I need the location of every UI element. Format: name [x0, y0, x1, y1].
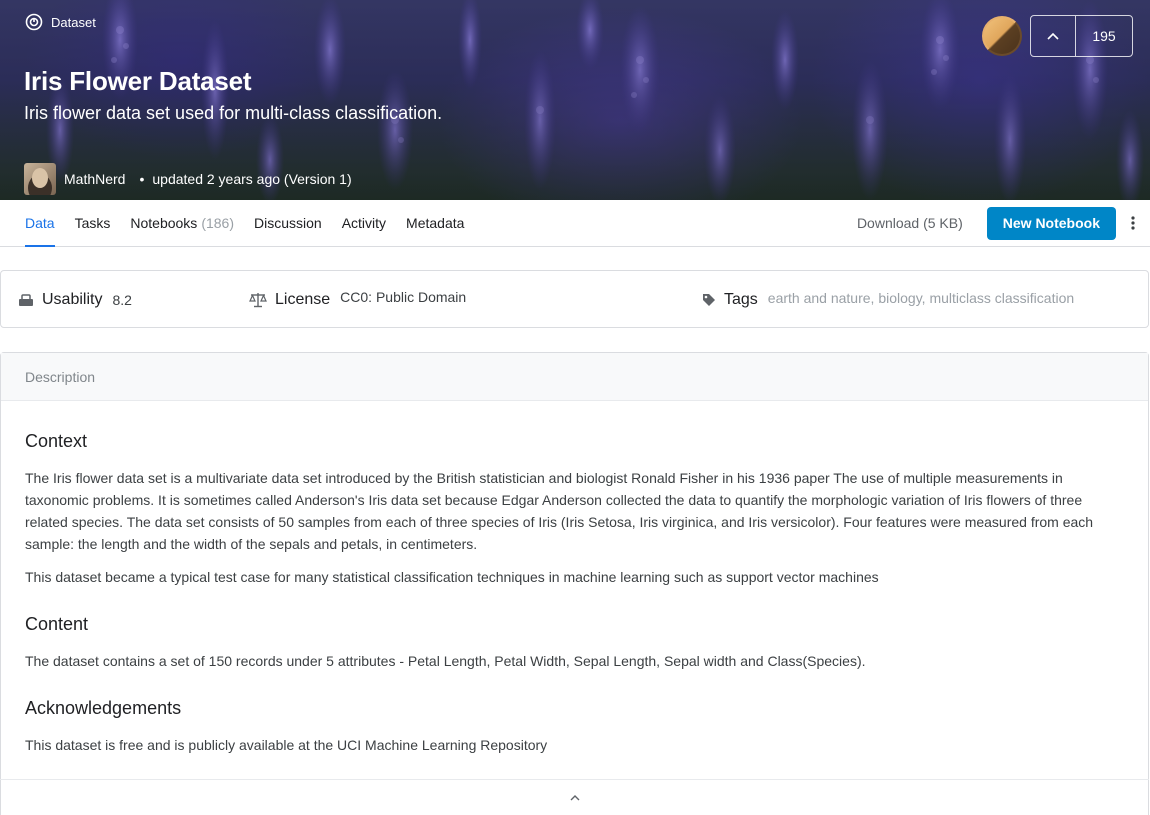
tab-data[interactable]: Data — [25, 200, 55, 247]
scale-icon — [249, 293, 267, 308]
context-paragraph-2: This dataset became a typical test case … — [25, 569, 879, 585]
chevron-up-icon — [1047, 32, 1059, 40]
tab-notebooks[interactable]: Notebooks (186) — [130, 200, 234, 246]
tag-icon — [703, 294, 715, 306]
description-collapse-bar[interactable] — [0, 779, 1149, 815]
upvote-button[interactable] — [1031, 16, 1076, 56]
content-paragraph: The dataset contains a set of 150 record… — [25, 653, 866, 669]
kebab-menu-icon — [1131, 216, 1135, 230]
tag-link[interactable]: earth and nature — [768, 290, 871, 306]
author-avatar[interactable] — [24, 163, 56, 195]
vote-count: 195 — [1092, 28, 1116, 44]
owner-avatar[interactable] — [982, 16, 1022, 56]
usability-item: Usability 8.2 — [18, 271, 132, 329]
dataset-tab-bar: Data Tasks Notebooks (186) Discussion Ac… — [0, 200, 1150, 247]
license-item: License CC0: Public Domain — [249, 271, 466, 329]
vote-box: 195 — [1030, 15, 1133, 57]
tab-label: Data — [25, 215, 55, 231]
usability-icon — [19, 294, 33, 306]
tab-tasks[interactable]: Tasks — [75, 200, 111, 246]
tags-item: Tags earth and nature, biology, multicla… — [702, 271, 1074, 329]
tag-link[interactable]: multiclass classification — [929, 290, 1074, 306]
content-heading: Content — [25, 614, 89, 634]
usability-value: 8.2 — [112, 292, 132, 308]
download-button[interactable]: Download (5 KB) — [857, 215, 963, 231]
tab-list: Data Tasks Notebooks (186) Discussion Ac… — [25, 200, 484, 247]
tab-bar-actions: Download (5 KB) New Notebook — [857, 200, 1150, 246]
dataset-info-card: Usability 8.2 License CC0: Public Domain… — [0, 270, 1149, 328]
acknowledgements-heading: Acknowledgements — [25, 698, 182, 718]
tab-label: Activity — [341, 215, 387, 231]
tag-list: earth and nature, biology, multiclass cl… — [767, 290, 1075, 306]
dataset-subtitle: Iris flower data set used for multi-clas… — [24, 103, 443, 123]
license-value[interactable]: CC0: Public Domain — [340, 289, 466, 305]
description-card: Description Context The Iris flower data… — [0, 352, 1149, 815]
context-heading: Context — [25, 431, 88, 451]
tab-label: Discussion — [254, 215, 322, 231]
header-actions: 195 — [982, 15, 1133, 57]
context-paragraph: The Iris flower data set is a multivaria… — [25, 470, 1094, 552]
tab-label: Tasks — [74, 215, 111, 231]
tab-label: Metadata — [406, 215, 465, 231]
tab-metadata[interactable]: Metadata — [406, 200, 464, 246]
tags-label: Tags — [724, 291, 758, 308]
tab-count: (186) — [201, 215, 234, 231]
license-label: License — [275, 291, 331, 308]
dataset-icon — [25, 13, 43, 31]
more-options-button[interactable] — [1116, 207, 1150, 240]
dataset-header-banner: Dataset Iris Flower Dataset Iris flower … — [0, 0, 1150, 200]
updated-info[interactable]: updated 2 years ago (Version 1) — [152, 171, 351, 187]
tab-discussion[interactable]: Discussion — [254, 200, 322, 246]
usability-label: Usability — [42, 291, 103, 308]
author-name[interactable]: MathNerd — [64, 171, 125, 187]
dataset-title: Iris Flower Dataset — [24, 66, 252, 96]
dataset-type-label: Dataset — [25, 13, 96, 31]
author-row: MathNerd • updated 2 years ago (Version … — [24, 163, 352, 195]
new-notebook-button[interactable]: New Notebook — [986, 206, 1116, 240]
chevron-up-icon — [570, 794, 579, 800]
dataset-type-text: Dataset — [51, 14, 96, 30]
acknowledgements-paragraph: This dataset is free and is publicly ava… — [25, 737, 548, 753]
tab-label: Notebooks — [130, 215, 198, 231]
separator-dot: • — [139, 171, 145, 187]
tag-link[interactable]: biology — [878, 290, 921, 306]
description-header: Description — [1, 353, 1148, 401]
tab-activity[interactable]: Activity — [342, 200, 386, 246]
